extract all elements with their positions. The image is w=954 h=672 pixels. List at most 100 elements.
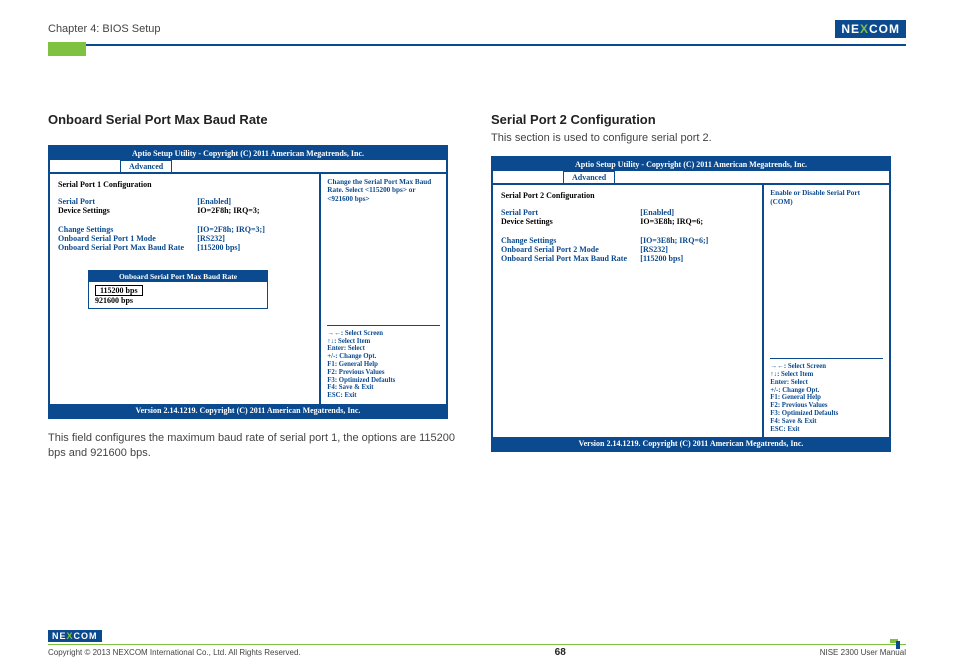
setting-value: [IO=3E8h; IRQ=6;]	[640, 236, 754, 245]
setting-label: Serial Port	[58, 197, 197, 206]
help-key-line: F3: Optimized Defaults	[327, 377, 440, 385]
footer-logo-box: NEXCOM	[48, 630, 102, 642]
popup-option-selected[interactable]: 115200 bps	[95, 285, 143, 296]
bios-tab-advanced[interactable]: Advanced	[563, 171, 615, 183]
footer-row: Copyright © 2013 NEXCOM International Co…	[48, 647, 906, 658]
bios-rows-group-2: Change Settings[IO=3E8h; IRQ=6;]Onboard …	[501, 236, 754, 263]
footer-corner-icon	[890, 639, 900, 649]
left-column: Onboard Serial Port Max Baud Rate Aptio …	[48, 112, 463, 462]
bios-tab-row: Advanced	[493, 171, 889, 185]
setting-value: [IO=2F8h; IRQ=3;]	[197, 225, 311, 234]
bios-footer: Version 2.14.1219. Copyright (C) 2011 Am…	[493, 437, 889, 450]
brand-logo: NEXCOM	[835, 20, 906, 38]
bios-left-pane: Serial Port 2 Configuration Serial Port[…	[493, 185, 762, 437]
bios-setting-row[interactable]: Device SettingsIO=2F8h; IRQ=3;	[58, 206, 311, 215]
help-key-line: F1: General Help	[770, 394, 883, 402]
setting-label: Device Settings	[501, 217, 640, 226]
bios-title: Aptio Setup Utility - Copyright (C) 2011…	[50, 147, 446, 160]
right-column: Serial Port 2 Configuration This section…	[491, 112, 906, 462]
help-key-line: Enter: Select	[770, 379, 883, 387]
bios-setting-row[interactable]: Serial Port[Enabled]	[501, 208, 754, 217]
brand-pre: NE	[52, 631, 67, 641]
bios-rows-group-2: Change Settings[IO=2F8h; IRQ=3;]Onboard …	[58, 225, 311, 252]
bios-setting-row[interactable]: Onboard Serial Port 1 Mode[RS232]	[58, 234, 311, 243]
bios-tab-row: Advanced	[50, 160, 446, 174]
help-key-line: F3: Optimized Defaults	[770, 410, 883, 418]
bios-setting-row[interactable]: Onboard Serial Port Max Baud Rate[115200…	[501, 254, 754, 263]
setting-label: Change Settings	[501, 236, 640, 245]
help-key-line: Enter: Select	[327, 345, 440, 353]
footer-rule	[48, 644, 906, 646]
bios-help-pane: Enable or Disable Serial Port (COM) →←: …	[762, 185, 889, 437]
bios-setting-row[interactable]: Device SettingsIO=3E8h; IRQ=6;	[501, 217, 754, 226]
bios-tab-advanced[interactable]: Advanced	[120, 160, 172, 172]
setting-value: [115200 bps]	[197, 243, 311, 252]
bios-setting-row[interactable]: Onboard Serial Port 2 Mode[RS232]	[501, 245, 754, 254]
help-key-line: F4: Save & Exit	[770, 418, 883, 426]
bios-title: Aptio Setup Utility - Copyright (C) 2011…	[493, 158, 889, 171]
bios-setting-row[interactable]: Change Settings[IO=3E8h; IRQ=6;]	[501, 236, 754, 245]
help-key-line: F4: Save & Exit	[327, 384, 440, 392]
setting-label: Onboard Serial Port 1 Mode	[58, 234, 197, 243]
setting-value: [Enabled]	[197, 197, 311, 206]
footer-logo: NEXCOM	[48, 630, 906, 642]
setting-value: [115200 bps]	[640, 254, 754, 263]
setting-label: Onboard Serial Port Max Baud Rate	[58, 243, 197, 252]
right-description: This section is used to configure serial…	[491, 131, 906, 146]
help-key-line: F1: General Help	[327, 361, 440, 369]
brand-logo-box: NEXCOM	[835, 20, 906, 38]
manual-name: NISE 2300 User Manual	[820, 648, 906, 657]
setting-label: Device Settings	[58, 206, 197, 215]
bios-footer: Version 2.14.1219. Copyright (C) 2011 Am…	[50, 404, 446, 417]
brand-post: COM	[74, 631, 98, 641]
help-key-line: →←: Select Screen	[327, 330, 440, 338]
help-key-line: ↑↓: Select Item	[327, 338, 440, 346]
content-columns: Onboard Serial Port Max Baud Rate Aptio …	[48, 112, 906, 462]
setting-label: Onboard Serial Port 2 Mode	[501, 245, 640, 254]
bios-body: Serial Port 1 Configuration Serial Port[…	[50, 174, 446, 404]
left-section-title: Onboard Serial Port Max Baud Rate	[48, 112, 463, 127]
page-footer: NEXCOM Copyright © 2013 NEXCOM Internati…	[48, 630, 906, 659]
help-key-line: +/-: Change Opt.	[327, 353, 440, 361]
page-number: 68	[555, 647, 566, 658]
help-key-line: +/-: Change Opt.	[770, 387, 883, 395]
bios-setting-row[interactable]: Change Settings[IO=2F8h; IRQ=3;]	[58, 225, 311, 234]
left-caption: This field configures the maximum baud r…	[48, 431, 458, 462]
bios-body: Serial Port 2 Configuration Serial Port[…	[493, 185, 889, 437]
setting-value: IO=2F8h; IRQ=3;	[197, 206, 311, 215]
brand-x: X	[860, 22, 869, 36]
copyright-text: Copyright © 2013 NEXCOM International Co…	[48, 648, 301, 657]
help-text: Change the Serial Port Max Baud Rate. Se…	[327, 178, 440, 203]
setting-label: Serial Port	[501, 208, 640, 217]
bios-rows-group-1: Serial Port[Enabled]Device SettingsIO=3E…	[501, 208, 754, 226]
help-keys: →←: Select Screen↑↓: Select ItemEnter: S…	[770, 358, 883, 433]
config-title: Serial Port 1 Configuration	[58, 180, 311, 189]
bios-left-pane: Serial Port 1 Configuration Serial Port[…	[50, 174, 319, 404]
bios-setting-row[interactable]: Serial Port[Enabled]	[58, 197, 311, 206]
help-key-line: F2: Previous Values	[327, 369, 440, 377]
popup-title: Onboard Serial Port Max Baud Rate	[89, 271, 267, 282]
bios-panel-right: Aptio Setup Utility - Copyright (C) 2011…	[491, 156, 891, 452]
brand-pre: NE	[841, 22, 860, 36]
page-header: Chapter 4: BIOS Setup NEXCOM	[48, 18, 906, 40]
help-key-line: ↑↓: Select Item	[770, 371, 883, 379]
setting-value: [Enabled]	[640, 208, 754, 217]
bios-setting-row[interactable]: Onboard Serial Port Max Baud Rate[115200…	[58, 243, 311, 252]
help-key-line: →←: Select Screen	[770, 363, 883, 371]
help-key-line: ESC: Exit	[770, 426, 883, 434]
setting-value: [RS232]	[640, 245, 754, 254]
help-key-line: F2: Previous Values	[770, 402, 883, 410]
bios-rows-group-1: Serial Port[Enabled]Device SettingsIO=2F…	[58, 197, 311, 215]
popup-option[interactable]: 921600 bps	[95, 296, 261, 305]
brand-post: COM	[869, 22, 900, 36]
header-rule	[48, 44, 906, 46]
setting-value: IO=3E8h; IRQ=6;	[640, 217, 754, 226]
baud-rate-popup[interactable]: Onboard Serial Port Max Baud Rate 115200…	[88, 270, 268, 309]
bios-help-pane: Change the Serial Port Max Baud Rate. Se…	[319, 174, 446, 404]
setting-label: Onboard Serial Port Max Baud Rate	[501, 254, 640, 263]
setting-label: Change Settings	[58, 225, 197, 234]
setting-value: [RS232]	[197, 234, 311, 243]
config-title: Serial Port 2 Configuration	[501, 191, 754, 200]
help-key-line: ESC: Exit	[327, 392, 440, 400]
chapter-label: Chapter 4: BIOS Setup	[48, 23, 161, 35]
